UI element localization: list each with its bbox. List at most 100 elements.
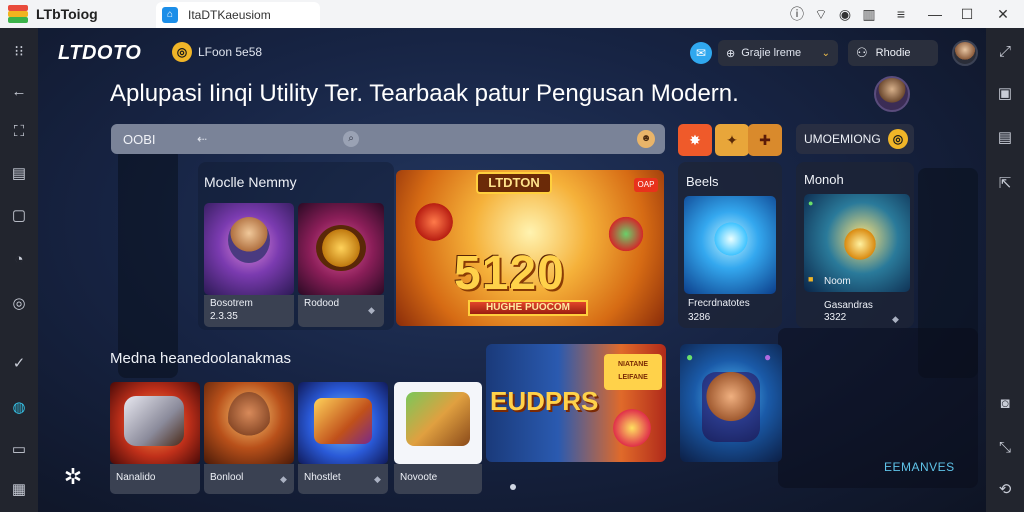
game-art: [228, 392, 270, 444]
window-titlebar: LTbToiog ⌂ ItaDTKaeusiom ⓘ ⌔ ◉ ▥ ≡ — ☐ ✕: [0, 0, 1024, 28]
game-art: [316, 225, 366, 271]
window-icon[interactable]: ▣: [995, 84, 1015, 104]
quick-game-button[interactable]: ✦: [715, 124, 749, 156]
check-icon[interactable]: ✓: [9, 354, 29, 374]
promo-card[interactable]: EUDPRS NIDK NIATANE LEIFANE: [486, 344, 666, 462]
clock-icon[interactable]: ◔: [9, 250, 29, 270]
game-art: [840, 224, 880, 264]
info-icon[interactable]: ⓘ: [786, 3, 808, 25]
arrow-icon: ⇠: [197, 132, 208, 146]
apps-grid-icon[interactable]: ⁝⁝: [9, 42, 29, 62]
browser-tab[interactable]: ⌂ ItaDTKaeusiom: [156, 2, 320, 28]
card-subtitle: 3286: [688, 312, 711, 323]
promo-small-text: NIATANE LEIFANE: [604, 354, 662, 390]
maximize-icon[interactable]: ☐: [956, 3, 978, 25]
coin-icon: ◎: [888, 129, 908, 149]
badge-icon: ●: [764, 350, 772, 364]
location-icon[interactable]: ◎: [9, 294, 29, 314]
left-sidebar: ⁝⁝ ← ⛶ ▤ ▢ ◔ ◎ ✓ ◍ ▭ ▦: [0, 28, 38, 512]
carousel-dot[interactable]: [510, 484, 516, 490]
user-icon: ⚇: [856, 45, 868, 60]
back-arrow-icon[interactable]: ←: [9, 82, 29, 102]
promo-banner[interactable]: LTDTON OAP 5120 HUGHE PUOCOM: [396, 170, 664, 326]
rotate-icon[interactable]: ⟲: [995, 480, 1015, 500]
game-card[interactable]: ● ●: [680, 344, 782, 462]
play-icon[interactable]: ◆: [280, 474, 287, 485]
menu-icon[interactable]: ≡: [890, 3, 912, 25]
card-subtitle: 2.3.35: [210, 311, 238, 322]
camera-icon[interactable]: ◙: [995, 394, 1015, 414]
game-art: [124, 396, 184, 446]
close-icon[interactable]: ✕: [992, 3, 1014, 25]
badge-icon: ●: [686, 350, 694, 364]
wheel-art: [602, 210, 650, 258]
promo-title: LTDTON: [476, 172, 552, 194]
chevron-down-icon: ⌄: [821, 47, 830, 59]
layers-icon[interactable]: ▦: [9, 480, 29, 500]
game-art: [406, 392, 470, 446]
screenshot-icon[interactable]: ⛶: [9, 122, 29, 142]
card-title: Bonlool: [210, 472, 244, 483]
section-title: Monoh: [804, 172, 844, 187]
avatar[interactable]: [952, 40, 978, 66]
game-card[interactable]: [298, 382, 388, 464]
sync-icon[interactable]: ◍: [9, 398, 29, 418]
card-title: Bosotrem: [210, 298, 253, 309]
mascot-icon[interactable]: ☻: [637, 130, 655, 148]
quick-game-button[interactable]: ✸: [678, 124, 712, 156]
search-bar[interactable]: ⇠ ⌕ ☻: [111, 124, 665, 154]
card-caption: Bonlool ◆: [204, 464, 294, 494]
quick-game-button[interactable]: ✚: [748, 124, 782, 156]
game-art: [314, 398, 372, 444]
tab-label: ItaDTKaeusiom: [188, 8, 271, 22]
card-title: Noom: [824, 276, 851, 287]
minimize-icon[interactable]: —: [924, 3, 946, 25]
game-card[interactable]: [110, 382, 200, 464]
expand-icon[interactable]: ⤢: [995, 42, 1015, 62]
multi-window-icon[interactable]: ▥: [858, 3, 880, 25]
search-icon[interactable]: ⌕: [343, 131, 359, 147]
language-select[interactable]: ⊕ Grajie lreme ⌄: [718, 40, 838, 66]
card-caption: Novoote: [394, 464, 482, 494]
play-icon[interactable]: ◆: [892, 314, 899, 325]
app-logo-icon: [8, 5, 28, 23]
right-sidebar: ⤢ ▣ ▤ ⇱ ◙ ⤡ ⟲: [986, 28, 1024, 512]
screen-record-icon[interactable]: ▤: [995, 128, 1015, 148]
game-art: [608, 404, 656, 452]
language-label: Grajie lreme: [741, 47, 802, 59]
trophy-icon: ■: [808, 274, 814, 284]
section-title: Medna heanedoolanakmas: [110, 350, 291, 367]
share-icon[interactable]: ⇱: [995, 174, 1015, 194]
install-apk-icon[interactable]: ▤: [9, 164, 29, 184]
wifi-icon[interactable]: ⌔: [810, 3, 832, 25]
chat-icon[interactable]: ✉: [690, 42, 712, 64]
section-title: UMOEMIONG: [804, 132, 881, 146]
card-caption: Nanalido: [110, 464, 200, 494]
game-card[interactable]: [204, 382, 294, 464]
game-card[interactable]: [298, 203, 384, 295]
game-card[interactable]: [684, 196, 776, 294]
record-icon[interactable]: ◉: [834, 3, 856, 25]
play-icon[interactable]: ◆: [374, 474, 381, 485]
search-input[interactable]: [123, 131, 183, 147]
keyboard-icon[interactable]: ▭: [9, 440, 29, 460]
card-title: Nhostlet: [304, 472, 341, 483]
section-title: Beels: [686, 174, 719, 189]
card-caption: Nhostlet ◆: [298, 464, 388, 494]
coin-icon: ◎: [172, 42, 192, 62]
game-card[interactable]: [394, 382, 482, 464]
game-card[interactable]: [204, 203, 294, 295]
folder-icon[interactable]: ▢: [9, 206, 29, 226]
promo-amount: 5120: [454, 247, 565, 300]
user-button[interactable]: ⚇ Rhodie: [848, 40, 938, 66]
promo-big-text: EUDPRS NIDK: [490, 388, 602, 414]
settings-gear-icon[interactable]: ✲: [60, 464, 86, 490]
avatar[interactable]: [874, 76, 910, 112]
card-subtitle: 3322: [824, 312, 847, 323]
shake-icon[interactable]: ⤡: [995, 438, 1015, 458]
page-title: Aplupasi Iinqi Utility Ter. Tearbaak pat…: [110, 80, 739, 107]
footer-link[interactable]: EEMANVES: [884, 460, 955, 474]
play-icon[interactable]: ◆: [368, 305, 375, 316]
brand-logo[interactable]: LTDOTO: [58, 42, 141, 65]
game-card[interactable]: [804, 194, 910, 292]
